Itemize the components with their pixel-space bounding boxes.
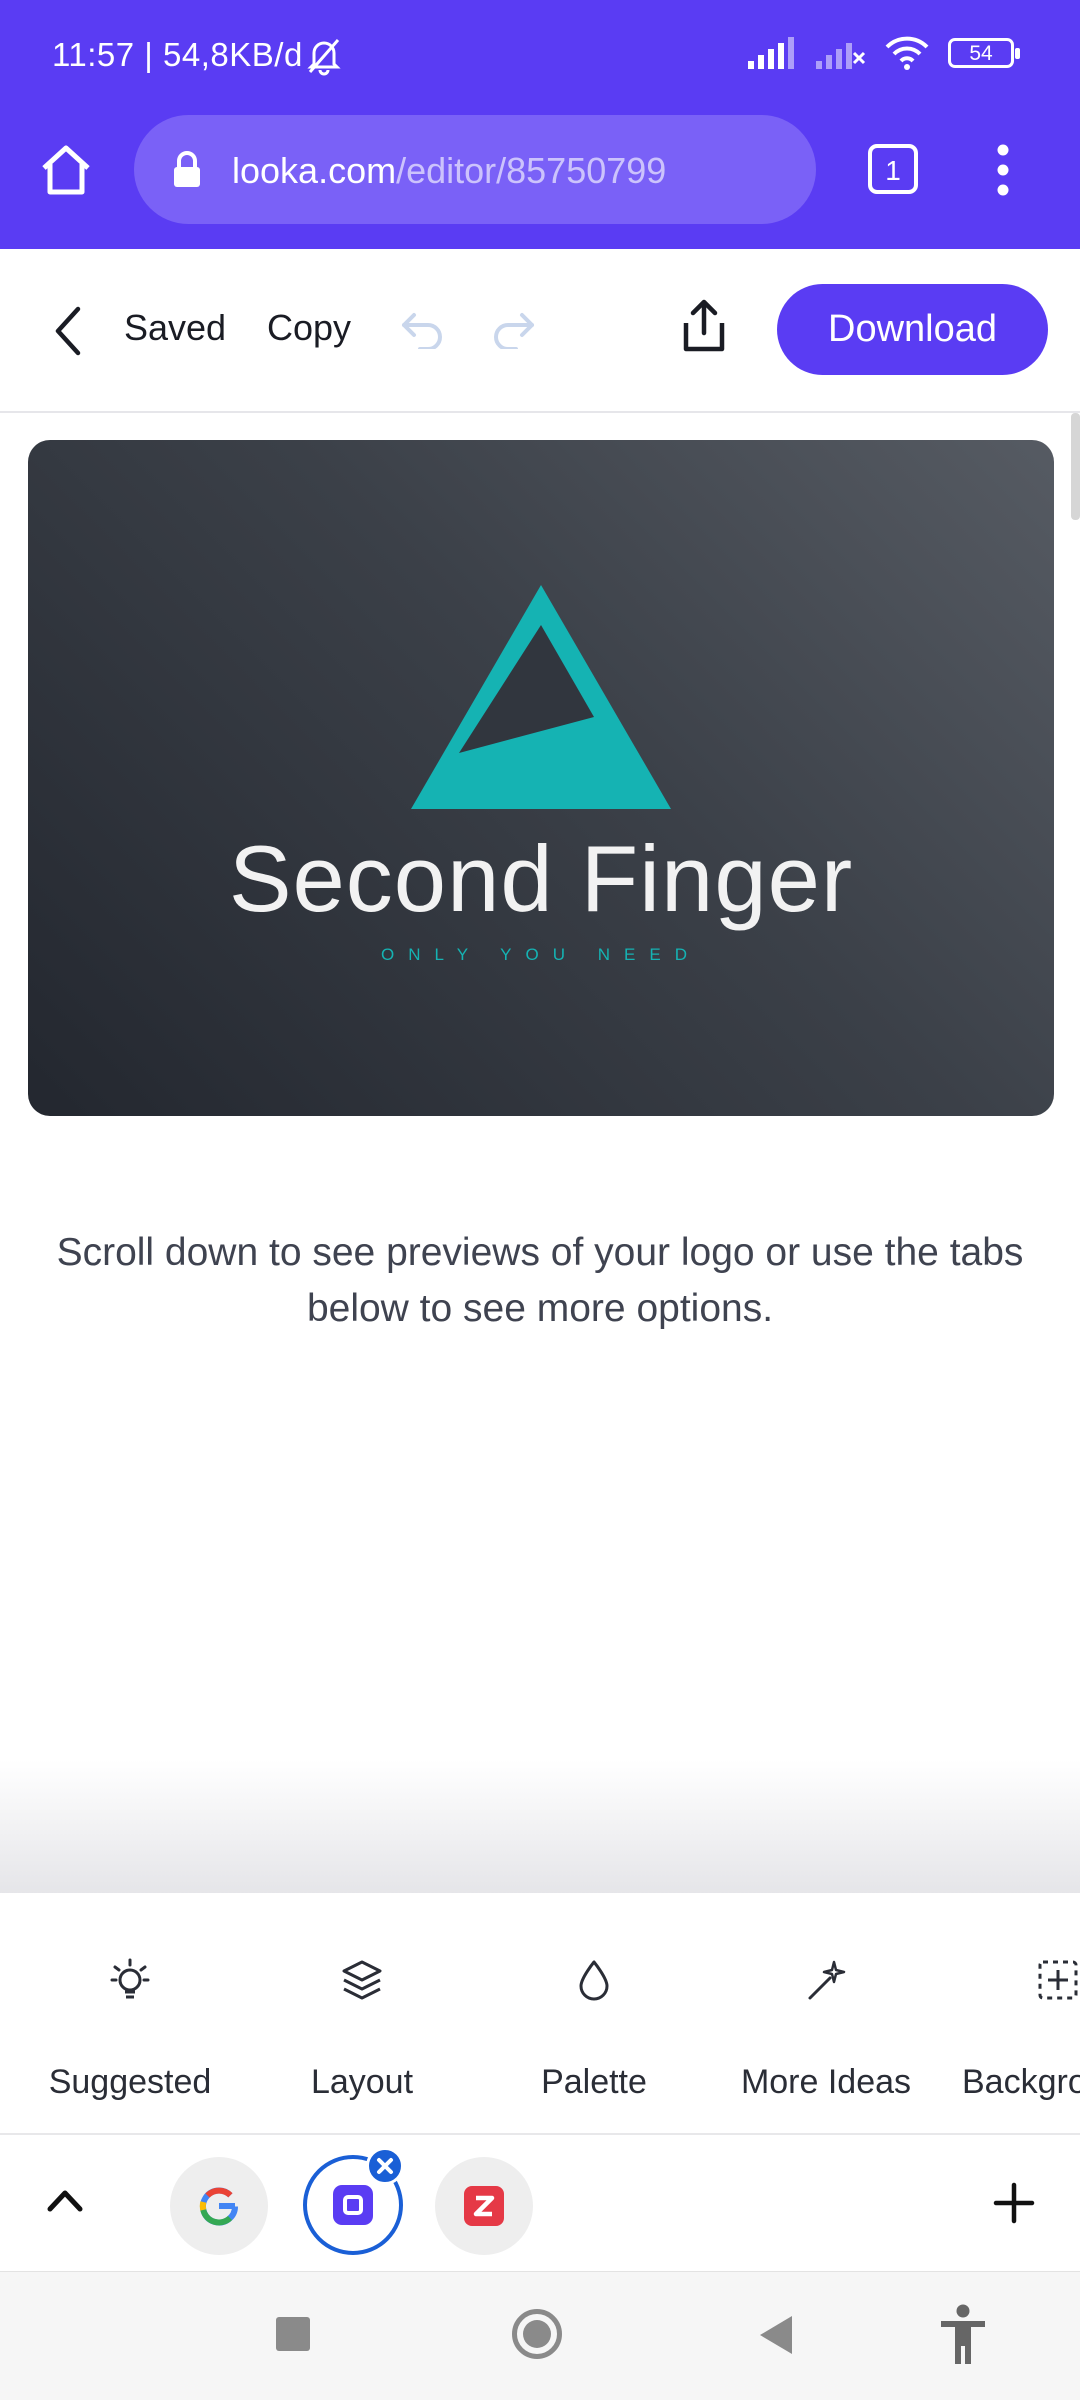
system-navigation-bar [0,2271,1080,2400]
layers-icon [342,1960,382,2000]
new-tab-plus-icon[interactable] [992,2181,1036,2225]
tab-label: Suggested [48,2063,212,2101]
tab-background[interactable]: Backgro [938,1893,1080,2133]
editor-toolbar: Saved Copy Download [0,249,1080,413]
lock-icon [174,151,200,187]
address-bar[interactable]: looka.com/editor/85750799 [134,115,816,224]
status-icons: 54 [746,36,1020,70]
battery-level: 54 [969,42,993,65]
tab-label: Layout [310,2063,414,2101]
recents-button[interactable] [276,2317,310,2351]
share-icon[interactable] [680,299,728,353]
tab-label: Backgro [962,2063,1080,2101]
url-text: looka.com/editor/85750799 [232,150,666,192]
logo-brand-name: Second Finger [228,826,854,931]
home-icon[interactable] [38,144,94,196]
tab-suggested[interactable]: Suggested [10,1893,250,2133]
tab-more-ideas[interactable]: More Ideas [706,1893,946,2133]
accessibility-icon[interactable] [938,2304,988,2366]
undo-icon[interactable] [400,309,446,349]
url-path: /editor/85750799 [396,150,667,191]
more-vert-icon[interactable] [993,144,1013,196]
browser-tab-strip [0,2133,1080,2271]
wifi-icon [885,36,929,70]
redo-icon[interactable] [490,309,536,349]
background-grid-icon [1038,1960,1078,2000]
logo-mountain-icon [411,585,671,809]
tab-count: 1 [885,155,901,186]
download-button[interactable]: Download [777,284,1048,375]
logo-preview-card[interactable]: Second Finger ONLY YOU NEED [28,440,1054,1116]
close-tab-icon[interactable] [366,2147,404,2185]
status-bar: 11:57 | 54,8KB/d 54 [0,0,1080,110]
bell-off-icon [307,39,341,76]
tab-zoho[interactable] [435,2157,533,2255]
magic-wand-icon [808,1960,846,2000]
zoho-favicon-icon [464,2186,504,2226]
logo-tagline: ONLY YOU NEED [381,945,701,964]
tab-layout[interactable]: Layout [242,1893,482,2133]
battery-indicator: 54 [948,38,1020,68]
lightbulb-icon [110,1958,150,1999]
back-chevron-icon[interactable] [52,305,86,357]
saved-status: Saved [124,307,227,348]
editor-tabs: Suggested Layout Palette More Ideas Back… [0,1893,1080,2133]
home-button[interactable] [512,2309,562,2359]
google-icon [199,2187,238,2226]
scroll-hint-text: Scroll down to see previews of your logo… [56,1231,1024,1330]
scroll-fade [0,1760,1080,1895]
tab-palette[interactable]: Palette [474,1893,714,2133]
tab-google[interactable] [170,2157,268,2255]
status-time: 11:57 | 54,8KB/d [52,36,303,73]
browser-chrome: 11:57 | 54,8KB/d 54 looka.com/editor/857… [0,0,1080,249]
signal-icon [748,37,794,69]
chevron-up-icon[interactable] [46,2187,84,2213]
scrollbar[interactable] [1071,413,1080,520]
back-triangle-icon[interactable] [758,2314,794,2356]
tab-label: More Ideas [740,2063,912,2101]
signal-no-service-icon [816,43,866,69]
url-domain: looka.com [232,150,397,191]
tab-label: Palette [541,2063,647,2101]
looka-favicon-icon [333,2185,373,2225]
copy-button[interactable]: Copy [267,307,351,349]
drop-icon [579,1960,609,2001]
tab-switcher-button[interactable]: 1 [868,144,918,194]
